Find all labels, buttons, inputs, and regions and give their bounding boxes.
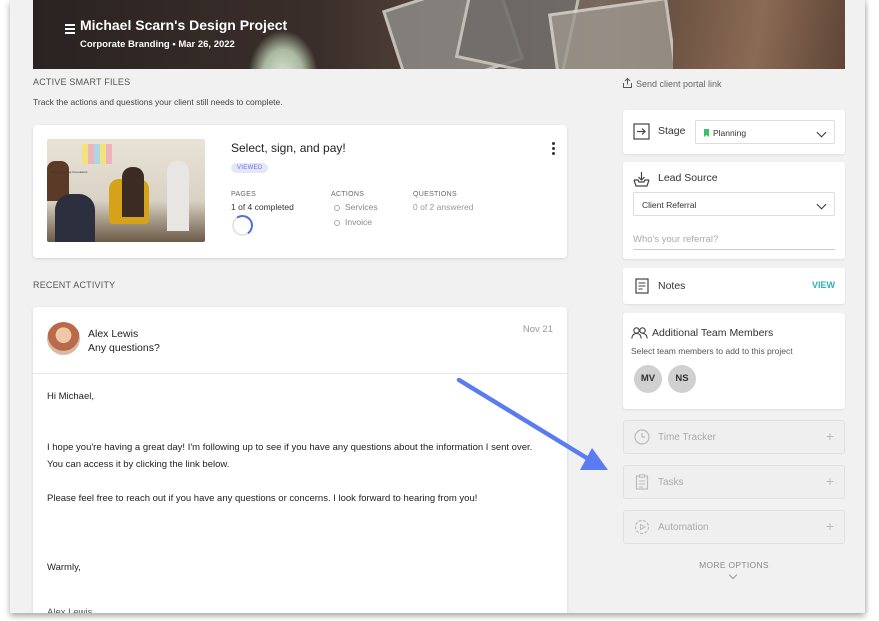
annotation-arrow xyxy=(456,377,608,470)
